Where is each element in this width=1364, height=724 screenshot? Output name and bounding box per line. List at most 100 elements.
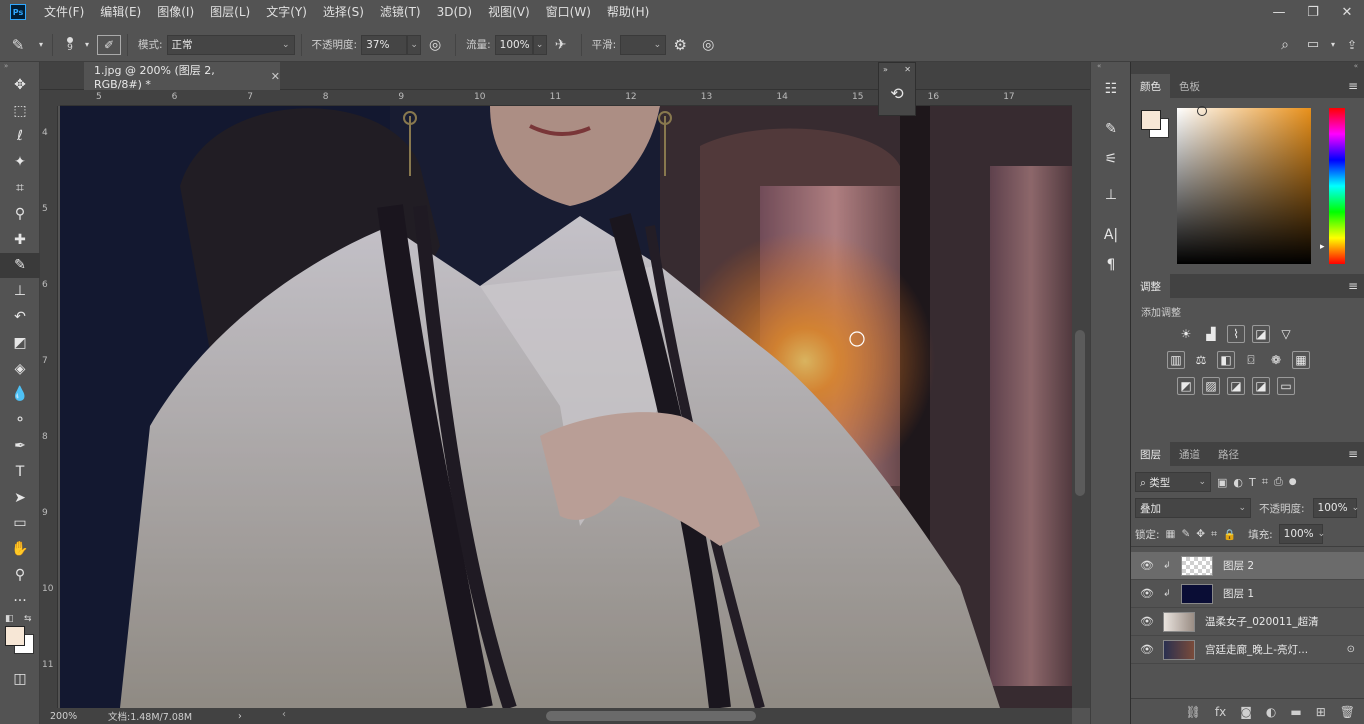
menu-view[interactable]: 视图(V)	[480, 0, 538, 24]
eraser-tool-icon[interactable]: ◩	[0, 330, 40, 356]
quick-mask-icon[interactable]: ◫	[0, 666, 40, 692]
layer-name[interactable]: 图层 2	[1223, 558, 1254, 573]
selective-color-icon[interactable]: ◪	[1252, 377, 1270, 395]
restore-icon[interactable]: ❐	[1296, 1, 1330, 23]
paragraph-panel-icon[interactable]: ¶	[1091, 250, 1131, 280]
default-colors-icon[interactable]: ◧	[5, 614, 14, 624]
layer-opacity-field[interactable]: 100% ⌄	[1312, 498, 1359, 518]
path-selection-tool-icon[interactable]: ➤	[0, 485, 40, 511]
menu-edit[interactable]: 编辑(E)	[92, 0, 149, 24]
layer-filter-dropdown[interactable]: ⌕ 类型 ⌄	[1135, 472, 1211, 492]
horizontal-scroll-thumb[interactable]	[546, 711, 756, 721]
close-tab-icon[interactable]: ✕	[271, 70, 280, 83]
new-layer-icon[interactable]: ⊞	[1316, 705, 1326, 719]
panel-menu-icon[interactable]: ≡	[1348, 274, 1364, 298]
menu-help[interactable]: 帮助(H)	[599, 0, 657, 24]
opacity-dropdown[interactable]: ⌄	[407, 34, 422, 55]
share-icon[interactable]: ⇪	[1340, 38, 1364, 52]
layer-row[interactable]: 👁 宫廷走廊_晚上-亮灯... ⊙	[1131, 636, 1364, 664]
chevron-down-icon[interactable]: ▾	[81, 40, 93, 49]
filter-smart-object-icon[interactable]: ⎙	[1274, 475, 1283, 489]
character-panel-icon[interactable]: A|	[1091, 220, 1131, 250]
minimize-icon[interactable]: —	[1262, 1, 1296, 23]
brush-tool-preset-icon[interactable]: ✎	[0, 36, 36, 54]
levels-icon[interactable]: ▟	[1202, 325, 1220, 343]
ruler-origin[interactable]	[40, 90, 60, 106]
link-layers-icon[interactable]: ⛓	[1186, 705, 1201, 719]
visibility-eye-icon[interactable]: 👁	[1131, 559, 1163, 572]
lock-position-icon[interactable]: ✥	[1196, 528, 1205, 540]
magic-wand-tool-icon[interactable]: ✦	[0, 149, 40, 175]
invert-icon[interactable]: ◩	[1177, 377, 1195, 395]
mode-dropdown[interactable]: 正常 ⌄	[166, 34, 295, 55]
tab-swatches[interactable]: 色板	[1170, 74, 1209, 98]
zoom-level[interactable]: 200%	[40, 711, 108, 722]
hue-slider-handle-icon[interactable]: ▸	[1320, 242, 1325, 252]
filter-shape-icon[interactable]: ⌗	[1262, 475, 1268, 489]
color-picker-handle[interactable]	[1197, 106, 1207, 116]
hue-slider[interactable]	[1329, 108, 1345, 264]
history-brush-tool-icon[interactable]: ↶	[0, 304, 40, 330]
crop-tool-icon[interactable]: ⌗	[0, 175, 40, 201]
filter-adjustment-icon[interactable]: ◐	[1233, 476, 1243, 489]
filter-pixel-icon[interactable]: ▣	[1217, 476, 1227, 489]
gear-icon[interactable]: ⚙	[666, 36, 694, 54]
posterize-icon[interactable]: ▨	[1202, 377, 1220, 395]
swap-colors-icon[interactable]: ⇆	[24, 614, 32, 624]
color-lookup-icon[interactable]: ▦	[1292, 351, 1310, 369]
menu-type[interactable]: 文字(Y)	[258, 0, 315, 24]
rectangle-tool-icon[interactable]: ▭	[0, 511, 40, 537]
menu-image[interactable]: 图像(I)	[149, 0, 202, 24]
menu-filter[interactable]: 滤镜(T)	[372, 0, 429, 24]
photo-filter-icon[interactable]: ⌼	[1242, 351, 1260, 369]
opacity-field[interactable]: 37%	[361, 34, 408, 55]
dodge-tool-icon[interactable]: ⚬	[0, 407, 40, 433]
brush-panel-icon[interactable]: ✎	[1091, 114, 1131, 144]
visibility-eye-icon[interactable]: 👁	[1131, 587, 1163, 600]
layer-row[interactable]: 👁 温柔女子_020011_超清	[1131, 608, 1364, 636]
filter-type-icon[interactable]: T	[1249, 476, 1256, 489]
smoothing-field[interactable]: ⌄	[620, 34, 667, 55]
tab-color[interactable]: 颜色	[1131, 74, 1170, 98]
history-icon[interactable]: ⟲	[879, 75, 915, 111]
pen-tool-icon[interactable]: ✒	[0, 433, 40, 459]
menu-3d[interactable]: 3D(D)	[429, 0, 480, 24]
collapse-dock-icon[interactable]: «	[1091, 62, 1130, 74]
airbrush-icon[interactable]: ✈	[547, 37, 575, 53]
properties-panel-icon[interactable]: ☷	[1091, 74, 1131, 104]
foreground-color-swatch[interactable]	[5, 625, 25, 646]
lock-all-icon[interactable]: 🔒	[1223, 528, 1236, 541]
search-icon[interactable]: ⌕	[1270, 37, 1300, 53]
menu-select[interactable]: 选择(S)	[315, 0, 372, 24]
color-balance-icon[interactable]: ⚖	[1192, 351, 1210, 369]
lasso-tool-icon[interactable]: ℓ	[0, 124, 40, 150]
zoom-tool-icon[interactable]: ⚲	[0, 562, 40, 588]
tab-paths[interactable]: 路径	[1209, 442, 1248, 466]
clone-source-icon[interactable]: ⊥	[1091, 180, 1131, 210]
brush-tool-icon[interactable]: ✎	[0, 252, 40, 279]
fill-field[interactable]: 100% ⌄	[1278, 524, 1325, 544]
exposure-icon[interactable]: ◪	[1252, 325, 1270, 343]
menu-file[interactable]: 文件(F)	[36, 0, 92, 24]
pressure-opacity-icon[interactable]: ◎	[421, 37, 449, 53]
brush-size-picker[interactable]: 9	[59, 36, 81, 53]
threshold-icon[interactable]: ◪	[1227, 377, 1245, 395]
brush-settings-icon[interactable]: ⚟	[1091, 144, 1131, 174]
menu-layer[interactable]: 图层(L)	[202, 0, 258, 24]
gradient-map-icon[interactable]: ▭	[1277, 377, 1295, 395]
vertical-scroll-thumb[interactable]	[1075, 330, 1085, 496]
layer-name[interactable]: 宫廷走廊_晚上-亮灯...	[1205, 642, 1308, 657]
more-tools-icon[interactable]: ···	[0, 588, 40, 614]
menu-window[interactable]: 窗口(W)	[538, 0, 599, 24]
layer-row[interactable]: 👁 ↲ 图层 2	[1131, 552, 1364, 580]
channel-mixer-icon[interactable]: ❁	[1267, 351, 1285, 369]
brush-settings-panel-icon[interactable]: ✐	[97, 34, 121, 55]
lock-artboard-icon[interactable]: ⌗	[1211, 528, 1217, 541]
collapse-icon[interactable]: »	[0, 62, 39, 72]
flow-dropdown[interactable]: ⌄	[532, 34, 547, 55]
expand-panel-icon[interactable]: »	[883, 65, 888, 74]
scroll-left-icon[interactable]: ‹	[282, 709, 286, 720]
close-icon[interactable]: ✕	[1330, 1, 1364, 23]
layer-style-icon[interactable]: fx	[1215, 705, 1226, 719]
move-tool-icon[interactable]: ✥	[0, 72, 40, 98]
